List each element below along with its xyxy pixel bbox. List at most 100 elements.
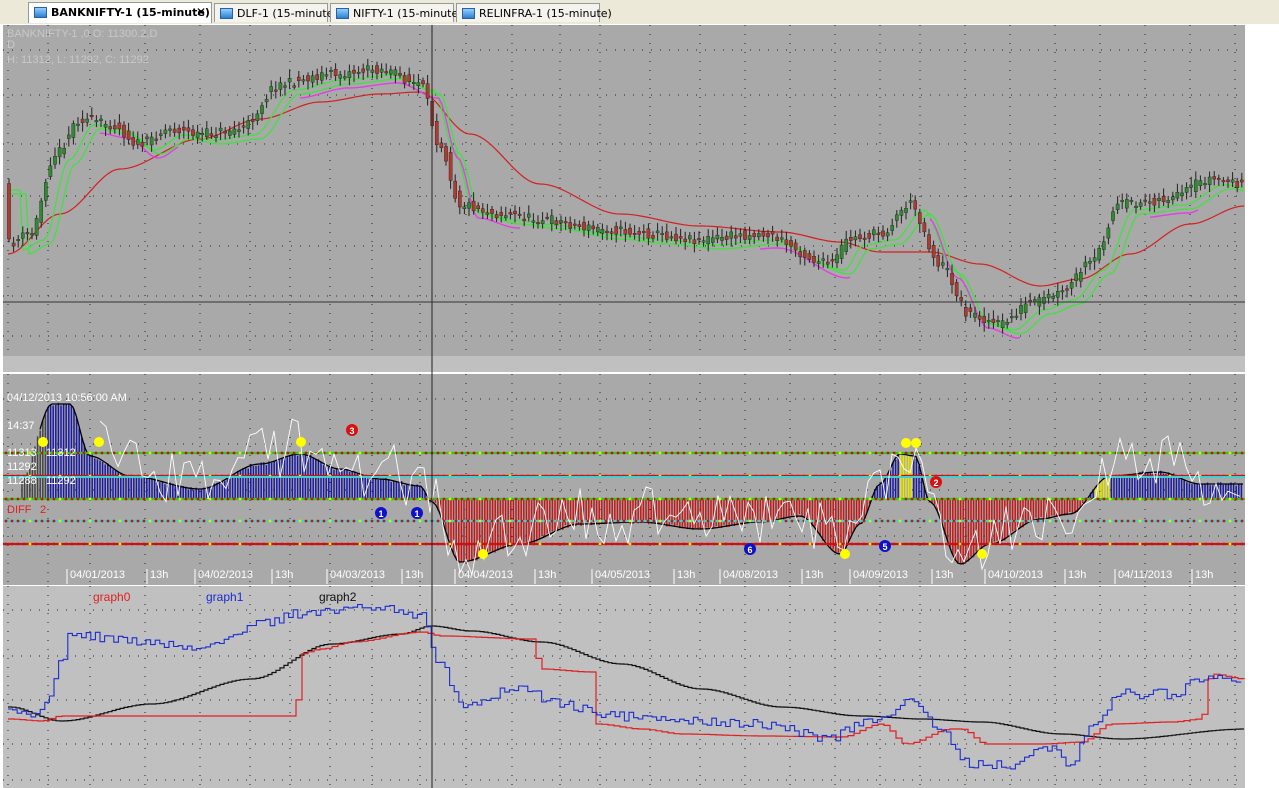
indicator-pane[interactable] <box>3 374 1245 585</box>
candle-body <box>99 118 103 121</box>
level-dot <box>922 542 926 546</box>
level-dot <box>628 497 632 501</box>
level-dot <box>898 451 902 455</box>
candle-body <box>1184 187 1189 193</box>
level-dot <box>316 519 320 523</box>
candle-body <box>274 89 278 92</box>
chart-area[interactable]: BANKNIFTY-1 ,0 O: 11300.2,D D H: 11312, … <box>0 24 1246 788</box>
level-dot <box>502 497 506 501</box>
close-icon[interactable]: ✕ <box>196 3 206 22</box>
level-dot <box>562 497 566 501</box>
level-dot <box>898 497 902 501</box>
price-header-line3: H: 11312, L: 11292, C: 11292 <box>7 54 149 66</box>
level-dot <box>256 497 260 501</box>
level-dot <box>730 519 734 523</box>
level-dot <box>628 451 632 455</box>
level-dot <box>424 497 428 501</box>
x-axis-label: 04/01/2013 <box>70 569 125 581</box>
level-dot <box>238 519 242 523</box>
level-dot <box>412 542 416 546</box>
candle-body <box>30 233 34 236</box>
level-dot <box>496 451 500 455</box>
level-dot <box>490 519 494 523</box>
candle-body <box>149 136 154 146</box>
level-dot <box>196 497 200 501</box>
level-dot <box>256 451 260 455</box>
level-dot <box>1240 519 1244 523</box>
tab-dlf[interactable]: DLF-1 (15-minute) <box>214 3 338 22</box>
level-dot <box>850 497 854 501</box>
level-dot <box>460 497 464 501</box>
level-dot <box>466 497 470 501</box>
level-dot <box>970 497 974 501</box>
level-dot <box>682 542 686 546</box>
level-dot <box>1096 542 1100 546</box>
candle-body <box>1074 273 1078 281</box>
candle-body <box>76 123 80 126</box>
level-dot <box>814 497 818 501</box>
candle-body <box>462 206 467 209</box>
level-dot <box>1000 519 1004 523</box>
tab-nifty[interactable]: NIFTY-1 (15-minute) <box>330 3 463 22</box>
candle-body <box>1226 179 1230 182</box>
level-dot <box>94 451 98 455</box>
level-dot <box>952 519 956 523</box>
chart-icon <box>220 8 233 19</box>
signal-dot <box>296 437 306 447</box>
graphs-pane[interactable] <box>3 586 1245 788</box>
level-dot <box>124 519 128 523</box>
candle-body <box>540 220 545 224</box>
level-dot <box>442 497 446 501</box>
candle-body <box>499 212 504 216</box>
level-dot <box>352 519 356 523</box>
level-dot <box>322 542 326 546</box>
level-dot <box>448 497 452 501</box>
tab-relinfra[interactable]: RELINFRA-1 (15-minute) <box>456 3 612 22</box>
level-dot <box>730 451 734 455</box>
candle-body <box>444 146 448 162</box>
pane-splitter[interactable] <box>3 356 1245 372</box>
candle-body <box>1157 197 1161 201</box>
level-dot <box>88 451 92 455</box>
candle-body <box>729 231 733 239</box>
candle-body <box>669 236 674 239</box>
candle-body <box>550 215 554 224</box>
level-dot <box>886 497 890 501</box>
candle-body <box>1161 195 1166 202</box>
level-dot <box>286 451 290 455</box>
level-dot <box>184 519 188 523</box>
level-dot <box>334 542 338 546</box>
price-pane[interactable] <box>3 25 1245 356</box>
candle-body <box>204 128 209 138</box>
level-dot <box>118 542 122 546</box>
level-dot <box>982 519 986 523</box>
level-dot <box>460 542 464 546</box>
price-header-line1: BANKNIFTY-1 ,0 O: 11300.2,D <box>7 28 157 40</box>
level-dot <box>592 542 596 546</box>
candle-body <box>39 200 43 223</box>
level-dot <box>520 497 524 501</box>
level-dot <box>538 497 542 501</box>
level-dot <box>172 451 176 455</box>
level-dot <box>1126 542 1130 546</box>
tab-banknifty[interactable]: BANKNIFTY-1 (15-minute) ✕ <box>28 2 212 23</box>
level-dot <box>292 542 296 546</box>
level-dot <box>40 519 44 523</box>
candle-body <box>747 235 752 240</box>
level-dot <box>190 519 194 523</box>
level-dot <box>424 542 428 546</box>
level-dot <box>94 542 98 546</box>
level-dot <box>106 497 110 501</box>
level-dot <box>334 497 338 501</box>
level-dot <box>112 542 116 546</box>
level-dot <box>922 497 926 501</box>
level-dot <box>694 451 698 455</box>
level-dot <box>742 497 746 501</box>
candle-body <box>306 75 310 82</box>
level-dot <box>706 542 710 546</box>
level-dot <box>1222 451 1226 455</box>
candle-body <box>343 76 347 79</box>
level-dot <box>16 542 20 546</box>
level-dot <box>634 542 638 546</box>
level-dot <box>784 519 788 523</box>
